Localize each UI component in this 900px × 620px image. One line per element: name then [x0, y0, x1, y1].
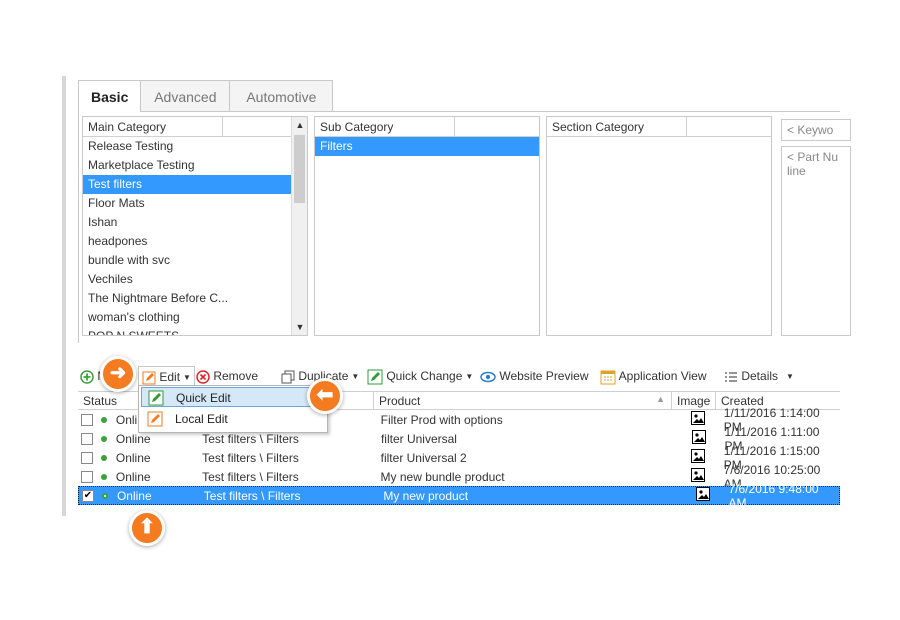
status-cell: Online [116, 488, 152, 503]
calendar-icon [600, 370, 616, 385]
image-icon [676, 468, 720, 485]
menu-item-local-edit[interactable]: Local Edit [141, 409, 325, 429]
product-cell: My new bundle product [380, 469, 505, 484]
image-icon [677, 430, 721, 447]
category-cell: Test filters \ Filters [202, 469, 299, 484]
scroll-up-icon[interactable]: ▲ [292, 117, 307, 133]
category-cell: Test filters \ Filters [203, 488, 301, 503]
duplicate-icon [281, 370, 295, 384]
list-item[interactable]: POP N SWEETS [83, 327, 291, 335]
list-item[interactable]: Vechiles [83, 270, 291, 289]
list-item[interactable]: Floor Mats [83, 194, 291, 213]
table-row-selected[interactable]: ✔ Online Test filters \ Filters My new p… [78, 482, 840, 510]
product-cell: My new product [383, 488, 469, 503]
chevron-down-icon: ▼ [183, 372, 191, 382]
image-icon [676, 449, 720, 466]
arrow-right-icon: ➜ [100, 356, 136, 392]
remove-icon [196, 370, 210, 384]
chevron-down-icon: ▼ [465, 371, 474, 381]
list-item[interactable]: bundle with svc [83, 251, 291, 270]
left-border [62, 76, 66, 516]
row-checkbox[interactable] [81, 413, 93, 426]
chevron-down-icon: ▼ [786, 371, 794, 381]
quick-change-icon [367, 369, 383, 385]
list-item[interactable]: Ishan [83, 213, 291, 232]
part-number-input[interactable]: < Part Nu line [781, 146, 851, 336]
scroll-thumb[interactable] [294, 135, 305, 203]
scroll-down-icon[interactable]: ▼ [292, 319, 307, 335]
list-item[interactable]: The Nightmare Before C... [83, 289, 291, 308]
menu-item-quick-edit[interactable]: Quick Edit [141, 387, 325, 407]
main-category-list[interactable]: Main Category Release Testing Marketplac… [82, 116, 308, 336]
product-cell: Filter Prod with options [380, 412, 503, 427]
website-preview-button[interactable]: Website Preview [480, 366, 589, 386]
pencil-icon [147, 411, 163, 427]
quick-change-button[interactable]: Quick Change ▼ [367, 366, 473, 386]
sort-icon: ▲ [656, 394, 665, 404]
main-category-header: Main Category [83, 117, 223, 136]
tab-advanced[interactable]: Advanced [140, 80, 230, 112]
list-item[interactable]: Release Testing [83, 137, 291, 156]
pencil-icon [142, 371, 156, 385]
status-cell: Online [115, 431, 151, 446]
row-checkbox[interactable] [81, 451, 93, 464]
sub-category-list[interactable]: Sub Category Filters [314, 116, 540, 336]
keyword-input[interactable]: < Keywo [781, 119, 851, 141]
section-category-list[interactable]: Section Category [546, 116, 772, 336]
remove-button[interactable]: Remove [196, 366, 258, 386]
image-icon [676, 411, 720, 428]
arrow-up-icon: ⬆ [129, 510, 165, 546]
status-cell: Online [115, 469, 151, 484]
column-product[interactable]: Product ▲ [374, 392, 672, 409]
application-view-button[interactable]: Application View [600, 366, 707, 386]
quick-edit-icon [148, 390, 164, 406]
eye-icon [480, 371, 496, 383]
add-icon [80, 370, 94, 384]
list-item-selected[interactable]: Filters [315, 137, 539, 156]
row-checkbox[interactable] [81, 470, 93, 483]
product-cell: filter Universal [380, 431, 457, 446]
details-button[interactable]: Details ▼ [724, 366, 794, 386]
status-cell: Online [115, 450, 151, 465]
main-category-scrollbar[interactable]: ▲ ▼ [291, 117, 307, 335]
list-item[interactable]: headpones [83, 232, 291, 251]
section-category-header: Section Category [547, 117, 687, 136]
column-image[interactable]: Image [672, 392, 716, 409]
category-cell: Test filters \ Filters [202, 450, 299, 465]
arrow-left-icon: ⬅ [307, 378, 343, 414]
list-item[interactable]: Marketplace Testing [83, 156, 291, 175]
list-icon [725, 372, 737, 382]
category-cell: Test filters \ Filters [202, 431, 299, 446]
tab-strip: Basic Advanced Automotive [78, 80, 334, 112]
list-item-selected[interactable]: Test filters [83, 175, 291, 194]
edit-dropdown-menu: Quick Edit Local Edit [138, 385, 328, 433]
row-checkbox-checked[interactable]: ✔ [82, 489, 94, 502]
tab-basic[interactable]: Basic [78, 80, 141, 112]
created-cell: 7/6/2016 9:48:00 AM [728, 481, 819, 510]
sub-category-header: Sub Category [315, 117, 455, 136]
edit-button[interactable]: Edit ▼ [138, 366, 195, 386]
image-icon [681, 487, 725, 504]
product-cell: filter Universal 2 [380, 450, 467, 465]
tab-automotive[interactable]: Automotive [229, 80, 334, 112]
chevron-down-icon: ▼ [351, 371, 360, 381]
row-checkbox[interactable] [81, 432, 93, 445]
list-item[interactable]: woman's clothing [83, 308, 291, 327]
